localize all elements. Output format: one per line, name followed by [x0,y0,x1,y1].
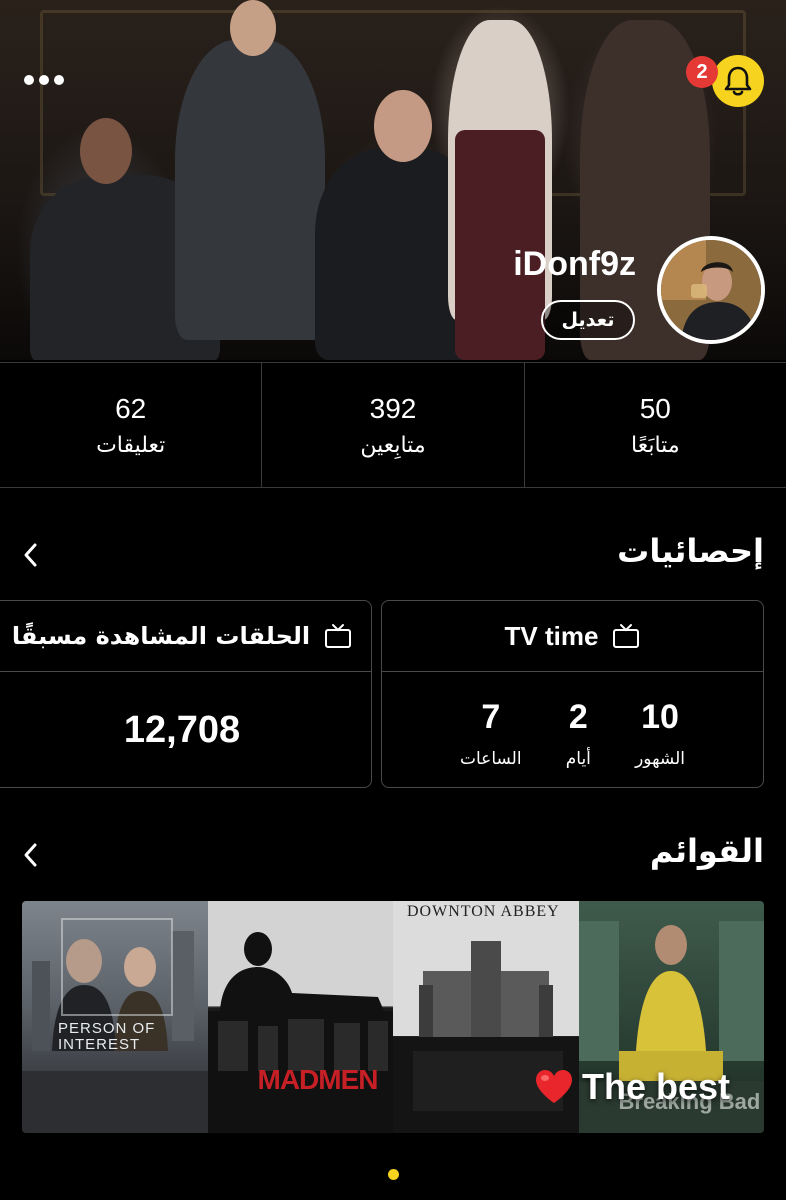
notifications-button[interactable] [712,55,764,107]
poster-person-of-interest: PERSON OF INTEREST [22,901,208,1133]
episodes-watched-card[interactable]: الحلقات المشاهدة مسبقًا 12,708 [0,600,372,788]
statistics-more-button[interactable] [20,540,40,570]
tv-time-label: الساعات [460,749,522,769]
more-dot-icon [39,75,49,85]
poster-mad-men: MADMEN [207,901,393,1133]
profile-cover: 2 iDonf9z تعديل [0,0,786,360]
more-dot-icon [24,75,34,85]
cover-figure-head [374,90,432,162]
avatar[interactable] [657,236,765,344]
tv-time-value: 10 [641,698,679,736]
poster-art [207,901,393,1133]
heart-icon [536,1070,572,1103]
tv-time-card-header: TV time [382,601,763,672]
episodes-card-title: الحلقات المشاهدة مسبقًا [11,622,311,650]
bell-icon [724,66,752,96]
stat-value: 50 [639,392,671,424]
tv-time-value: 2 [568,698,588,736]
tv-time-card[interactable]: TV time 7 الساعات 2 أيام 10 الشهور [381,600,764,788]
pagination-dot [388,1169,399,1180]
tv-time-title: TV time [504,620,599,651]
stat-following[interactable]: 50 متابَعًا [523,363,786,487]
tv-time-value: 7 [481,698,501,736]
tv-icon [612,623,640,649]
more-dot-icon [54,75,64,85]
stat-followers[interactable]: 392 متابِعين [261,363,523,487]
list-name: The best [582,1066,731,1107]
stat-label: تعليقات [96,432,166,458]
stat-value: 392 [369,392,417,424]
poster-title: MADMEN [257,1064,379,1095]
cover-figure [175,40,325,340]
tv-icon [324,623,352,649]
cover-figure-head [230,0,276,56]
tv-time-label: الشهور [635,749,685,769]
tv-time-hours: 7 الساعات [460,698,522,769]
stat-value: 62 [115,392,147,424]
poster-title: PERSON OF INTEREST [58,1020,156,1053]
chevron-left-icon [24,843,37,867]
cover-figure-head [80,118,132,184]
tv-time-months: 10 الشهور [635,698,685,769]
poster-art [22,918,208,1133]
tv-time-days: 2 أيام [566,698,591,769]
chevron-left-icon [24,543,37,567]
stat-comments[interactable]: 62 تعليقات [0,363,261,487]
episodes-card-header: الحلقات المشاهدة مسبقًا [0,601,371,672]
avatar-image [661,240,761,340]
profile-stats: 62 تعليقات 392 متابِعين 50 متابَعًا [0,362,786,488]
statistics-title: إحصائيات [617,532,764,570]
tv-time-label: أيام [565,749,591,769]
stat-label: متابَعًا [631,432,680,458]
list-name-label: The best [534,1066,730,1108]
stat-label: متابِعين [360,432,426,458]
more-options-button[interactable] [18,60,70,100]
episodes-count: 12,708 [123,708,241,751]
tv-time-breakdown: 7 الساعات 2 أيام 10 الشهور [382,672,763,769]
notification-badge: 2 [686,56,718,88]
lists-title: القوائم [649,832,764,870]
username: iDonf9z [513,245,636,283]
poster-title: DOWNTON ABBEY [407,903,560,920]
lists-more-button[interactable] [20,840,40,870]
edit-profile-button[interactable]: تعديل [541,300,635,340]
